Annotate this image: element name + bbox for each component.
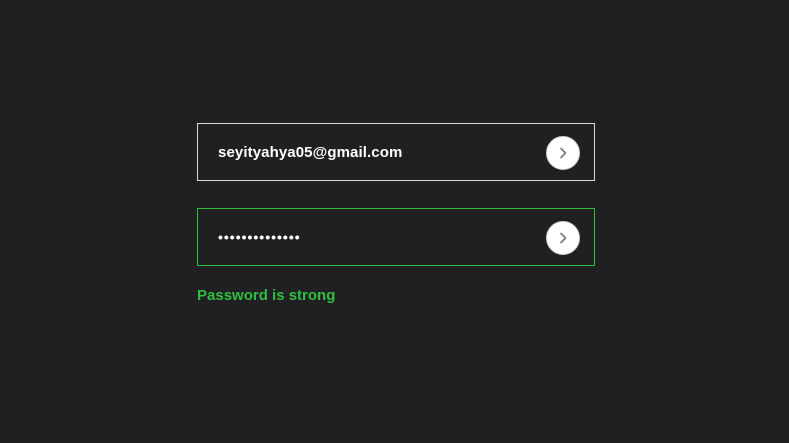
login-form: Password is strong (0, 0, 789, 443)
password-strength-message: Password is strong (197, 287, 336, 304)
email-field-container (197, 123, 595, 181)
password-field-container (197, 208, 595, 266)
chevron-right-icon (556, 231, 570, 245)
email-submit-button[interactable] (546, 136, 580, 170)
password-input[interactable] (218, 229, 518, 245)
chevron-right-icon (556, 146, 570, 160)
password-submit-button[interactable] (546, 221, 580, 255)
email-input[interactable] (218, 143, 518, 161)
